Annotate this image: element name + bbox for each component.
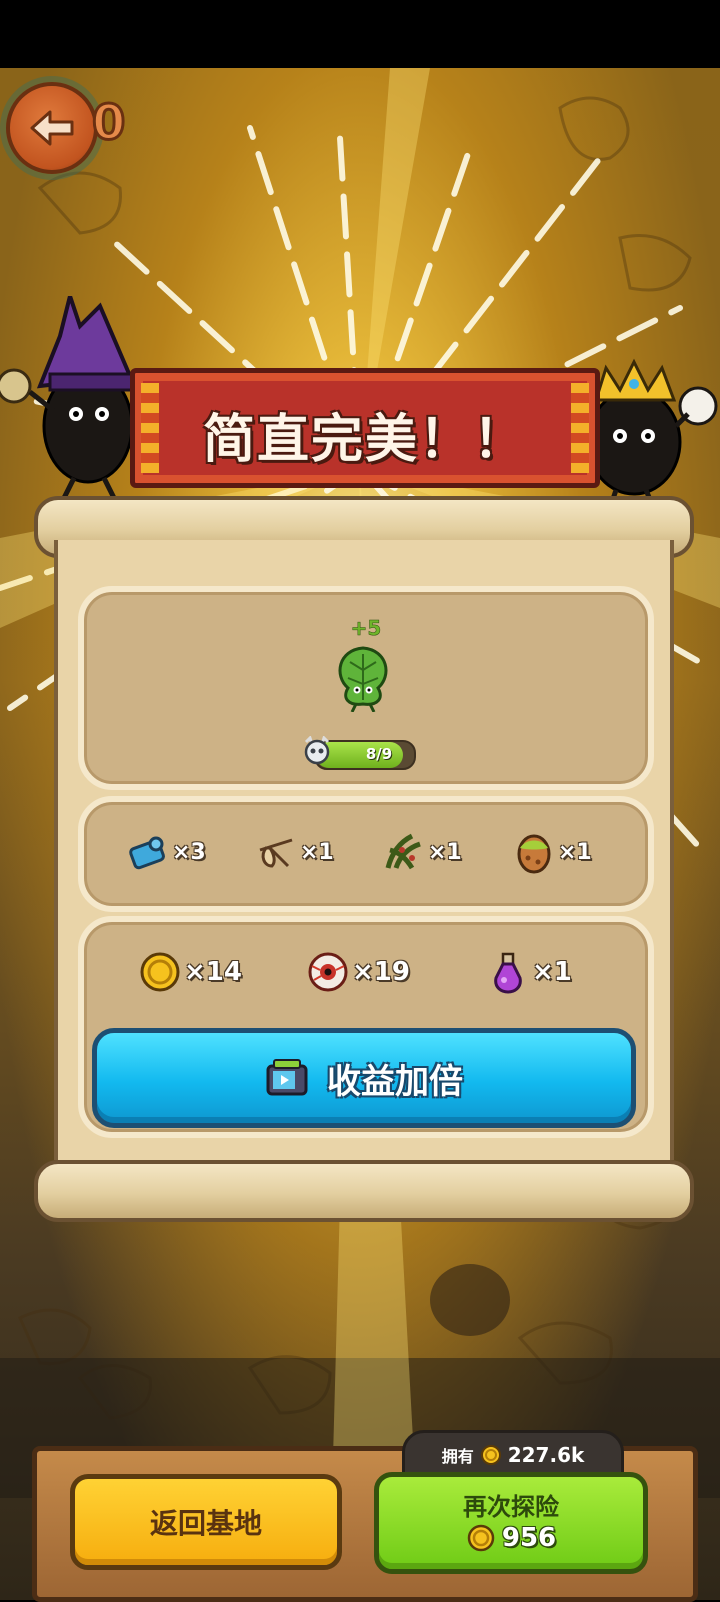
slingshot-icon [259, 838, 293, 868]
gold-coin-icon [480, 1445, 501, 1465]
double-rewards-button[interactable]: 收益加倍 [92, 1028, 636, 1128]
material-item: ×1 [254, 830, 334, 874]
bonus-text: +5 [350, 616, 382, 641]
explore-again-cost-value: 956 [501, 1523, 557, 1553]
status-bar [0, 0, 720, 68]
monster-skull-icon [304, 736, 330, 765]
explore-again-cost: 956 [379, 1523, 643, 1553]
back-count: 0 [90, 94, 126, 153]
material-item: ×1 [382, 830, 462, 874]
loot-count: ×14 [184, 957, 242, 987]
gold-coin-icon [140, 952, 180, 992]
reward-card: +5 8/9 [78, 586, 654, 790]
result-banner: 简直完美！！ [130, 368, 600, 488]
gold-coin-icon [467, 1524, 495, 1552]
video-tv-icon [266, 1059, 308, 1096]
leafy-plant-icon [338, 646, 388, 712]
owned-label: 拥有 [441, 1447, 474, 1466]
spotted-egg-icon [517, 834, 551, 874]
thorny-vine-icon [385, 833, 421, 870]
loot-item: ×1 [486, 950, 572, 994]
material-count: ×1 [300, 839, 334, 865]
explore-again-label: 再次探险 [463, 1493, 559, 1521]
blue-gear-part-icon [129, 836, 165, 870]
owned-value: 227.6k [507, 1443, 585, 1467]
loot-count: ×1 [532, 957, 572, 987]
material-count: ×3 [172, 839, 206, 865]
material-item: ×1 [512, 830, 592, 874]
scroll-bottom-rod [34, 1160, 694, 1222]
back-button[interactable] [6, 82, 98, 174]
return-base-button[interactable]: 返回基地 [70, 1474, 342, 1570]
loot-count: ×19 [352, 957, 410, 987]
loot-item: ×19 [306, 950, 410, 994]
purple-potion-icon [494, 952, 522, 994]
material-count: ×1 [558, 839, 592, 865]
material-item: ×3 [126, 830, 206, 874]
double-rewards-label: 收益加倍 [327, 1061, 463, 1102]
witch-mascot [0, 296, 134, 504]
eyeball-icon [308, 952, 348, 992]
return-base-label: 返回基地 [149, 1507, 262, 1540]
materials-panel: ×3 ×1 ×1 ×1 [78, 796, 654, 912]
material-count: ×1 [428, 839, 462, 865]
banner-title: 简直完美！！ [202, 410, 527, 470]
back-arrow-icon [30, 110, 74, 146]
level-text: 8/9 [365, 745, 393, 763]
explore-again-button[interactable]: 再次探险 956 [374, 1472, 648, 1574]
loot-item: ×14 [138, 950, 242, 994]
